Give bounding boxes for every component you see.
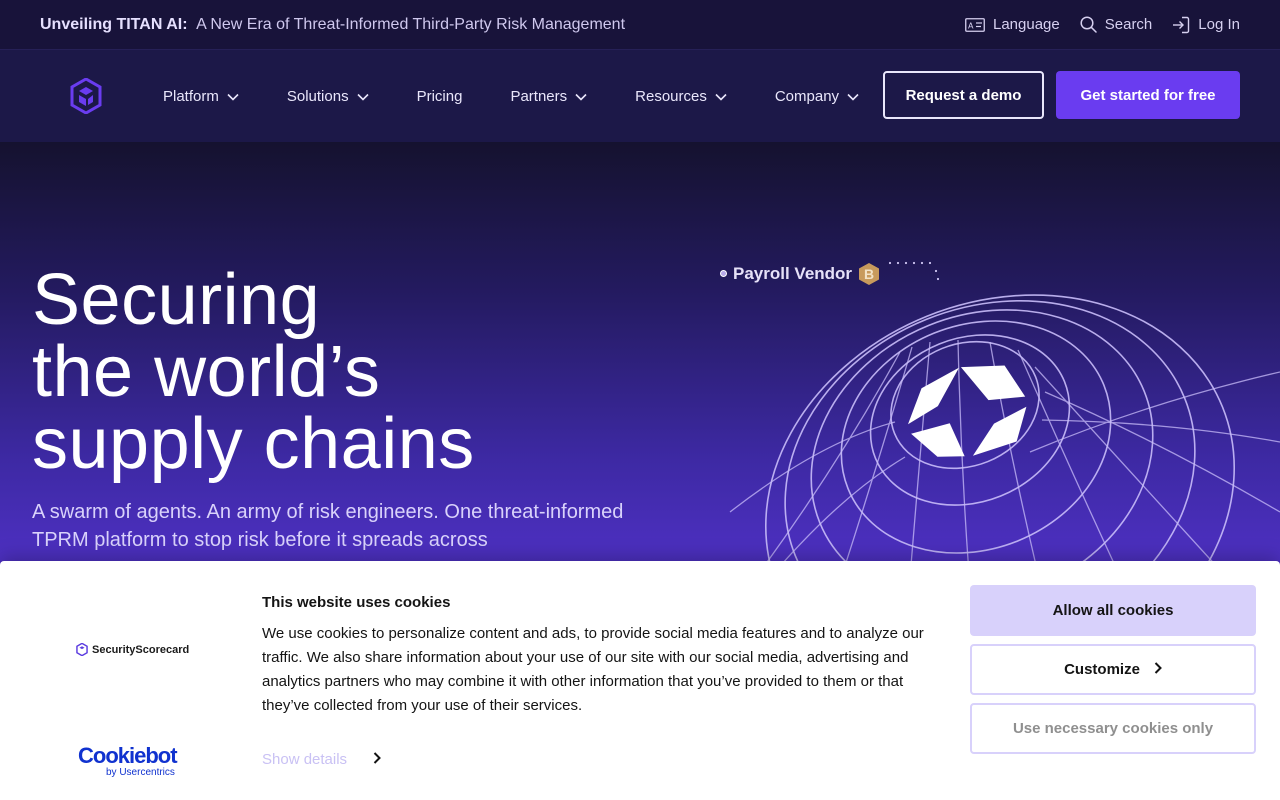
- language-icon: A: [965, 17, 985, 32]
- nav-item-label: Partners: [510, 88, 568, 105]
- securityscorecard-logo-icon[interactable]: [70, 77, 102, 115]
- nav-item-resources[interactable]: Resources: [635, 88, 727, 105]
- vendor-label: Payroll Vendor: [733, 263, 853, 283]
- search-icon: [1080, 16, 1097, 33]
- search-label: Search: [1104, 16, 1153, 33]
- primary-menu: Platform Solutions Pricing Partners Reso…: [163, 50, 859, 143]
- nav-item-company[interactable]: Company: [775, 88, 859, 105]
- hero-title-line: supply chains: [32, 404, 475, 484]
- hero-subtitle: A swarm of agents. An army of risk engin…: [32, 501, 624, 551]
- nav-item-label: Resources: [635, 88, 707, 105]
- search-button[interactable]: Search: [1080, 16, 1153, 33]
- vendor-dot: [720, 270, 727, 277]
- chevron-right-icon: [1154, 661, 1162, 678]
- show-details-link[interactable]: Show details: [262, 751, 381, 768]
- chevron-down-icon: [575, 93, 587, 101]
- grade-badge-letter: B: [864, 266, 874, 282]
- customize-button[interactable]: Customize: [970, 644, 1256, 695]
- connector-dots: [886, 259, 946, 288]
- nav-item-label: Pricing: [416, 88, 463, 105]
- cookiebot-byline: by Usercentrics: [106, 767, 175, 778]
- chevron-right-icon: [373, 751, 381, 768]
- chevron-down-icon: [847, 93, 859, 101]
- cookie-description: We use cookies to personalize content an…: [262, 625, 924, 714]
- allow-all-cookies-button[interactable]: Allow all cookies: [970, 585, 1256, 636]
- chevron-down-icon: [227, 93, 239, 101]
- securityscorecard-logo: SecurityScorecard: [76, 643, 189, 656]
- cookie-banner: SecurityScorecard Cookiebot by Usercentr…: [0, 561, 1280, 800]
- chevron-down-icon: [715, 93, 727, 101]
- securityscorecard-mark-icon: [76, 643, 88, 656]
- nav-item-partners[interactable]: Partners: [510, 88, 587, 105]
- hero-title-line: the world’s: [32, 332, 381, 412]
- utility-nav: A Language Search Log In: [965, 0, 1240, 49]
- nav-item-label: Solutions: [286, 88, 349, 105]
- language-label: Language: [993, 16, 1060, 33]
- login-label: Log In: [1198, 16, 1240, 33]
- nav-item-label: Platform: [163, 88, 219, 105]
- chevron-down-icon: [357, 93, 369, 101]
- announcement-text: A New Era of Threat-Informed Third-Party…: [196, 15, 626, 33]
- show-details-label: Show details: [262, 751, 348, 768]
- svg-text:A: A: [968, 21, 974, 30]
- nav-item-pricing[interactable]: Pricing: [417, 88, 463, 105]
- hero-title-line: Securing: [32, 260, 321, 340]
- announcement-highlight: Unveiling TITAN AI:: [40, 15, 188, 33]
- vendor-tag: Payroll Vendor B: [720, 259, 946, 288]
- announcement-link[interactable]: Unveiling TITAN AI: A New Era of Threat-…: [40, 16, 625, 34]
- cookiebot-wordmark: Cookiebot: [78, 743, 178, 768]
- login-link[interactable]: Log In: [1172, 16, 1240, 34]
- hero-title: Securing the world’s supply chains: [32, 264, 475, 480]
- cookiebot-logo[interactable]: Cookiebot by Usercentrics: [78, 743, 178, 779]
- main-navigation: Platform Solutions Pricing Partners Reso…: [0, 49, 1280, 142]
- nav-item-platform[interactable]: Platform: [163, 88, 239, 105]
- nav-item-label: Company: [774, 88, 840, 105]
- login-icon: [1172, 16, 1190, 34]
- grade-badge-icon: B: [858, 262, 880, 286]
- cookie-title: This website uses cookies: [262, 594, 451, 611]
- brand-name: SecurityScorecard: [92, 643, 190, 656]
- announcement-bar: Unveiling TITAN AI: A New Era of Threat-…: [0, 0, 1280, 49]
- customize-label: Customize: [1064, 661, 1140, 678]
- nav-item-solutions[interactable]: Solutions: [287, 88, 369, 105]
- request-demo-button[interactable]: Request a demo: [883, 71, 1044, 119]
- necessary-cookies-button[interactable]: Use necessary cookies only: [970, 703, 1256, 754]
- get-started-button[interactable]: Get started for free: [1056, 71, 1240, 119]
- language-button[interactable]: A Language: [965, 16, 1060, 33]
